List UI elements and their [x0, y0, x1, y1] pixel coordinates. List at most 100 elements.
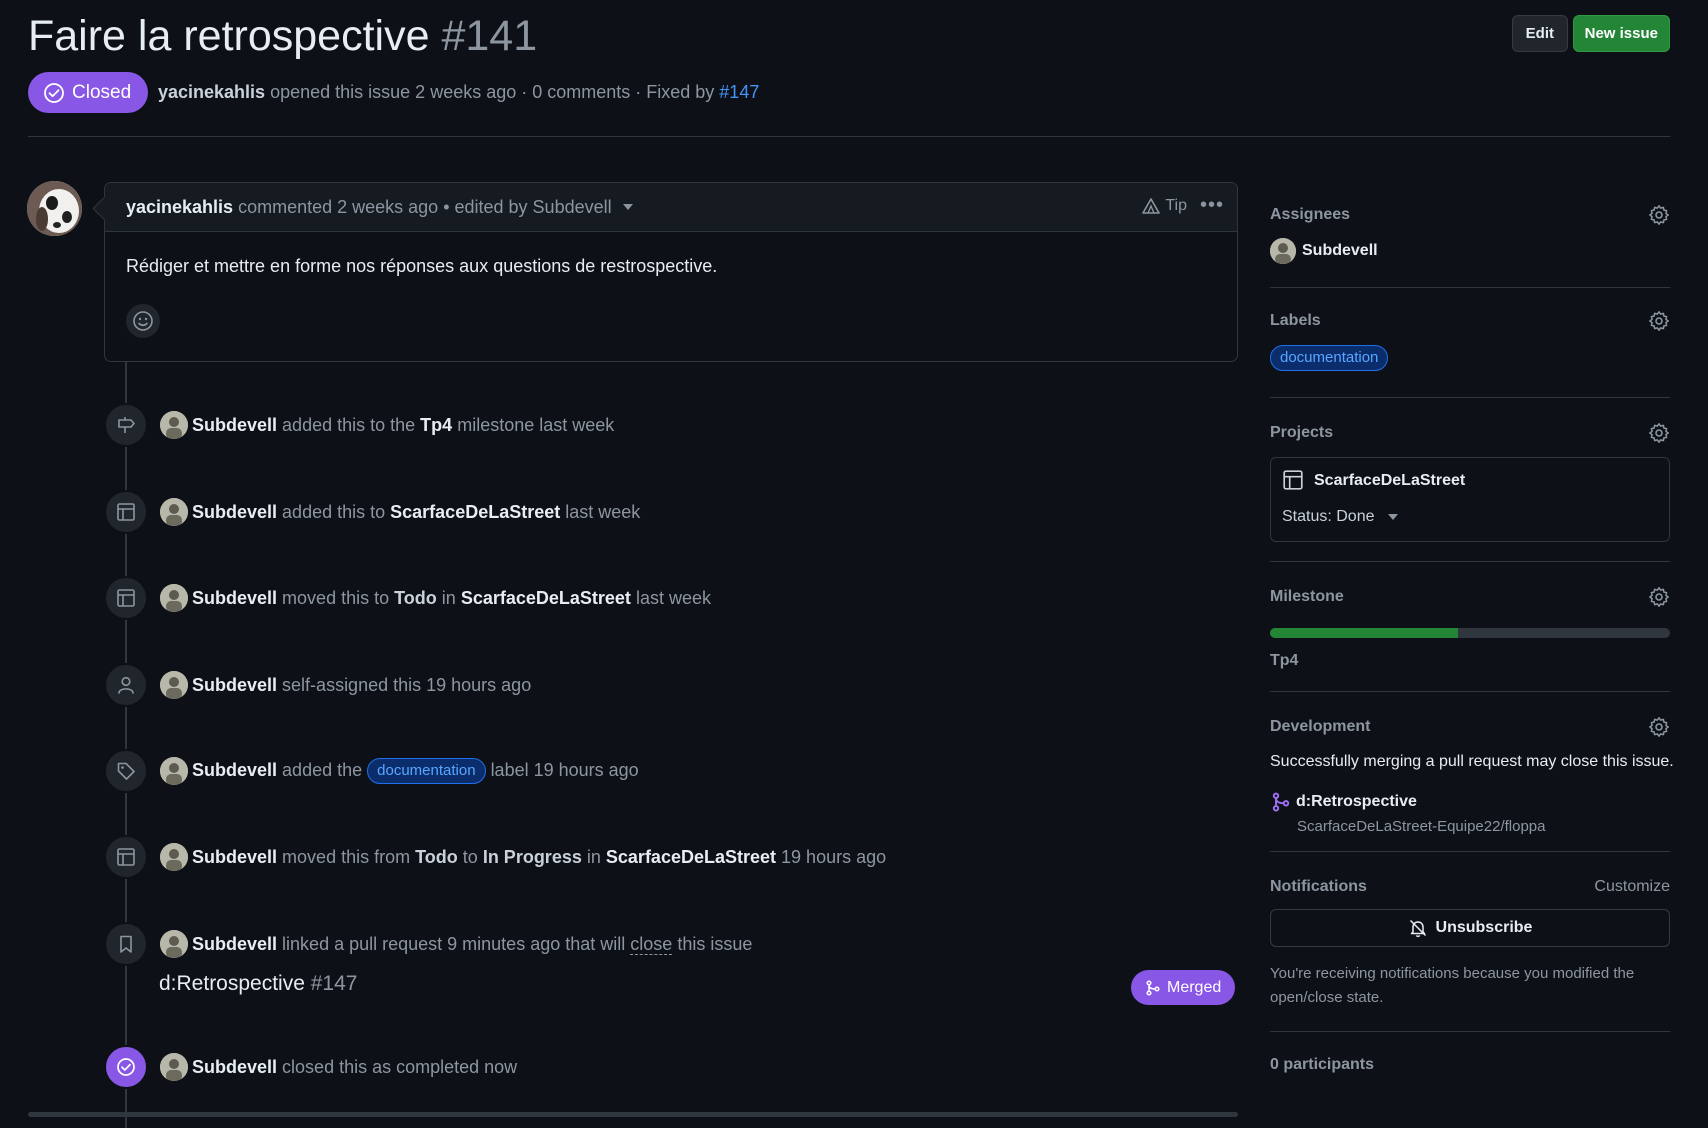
sidebar-heading: Notifications	[1270, 878, 1367, 895]
project-status: Status: Done	[1282, 508, 1375, 525]
user-avatar[interactable]	[160, 584, 188, 612]
gear-icon[interactable]	[1648, 422, 1670, 444]
unsubscribe-button[interactable]: Unsubscribe	[1270, 909, 1670, 947]
issue-meta: yacinekahlis opened this issue 2 weeks a…	[158, 82, 759, 103]
timeline-phrase: to	[462, 846, 478, 867]
comment-author-link[interactable]: yacinekahlis	[126, 197, 233, 218]
chevron-down-icon	[1387, 514, 1398, 520]
kebab-menu-icon[interactable]: •••	[1200, 194, 1224, 217]
closed-check-icon	[104, 1045, 148, 1089]
fixed-by-link[interactable]: #147	[719, 82, 759, 102]
timeline-text: Subdevell linked a pull request 9 minute…	[192, 933, 752, 955]
pr-number[interactable]: #147	[311, 972, 358, 995]
user-avatar[interactable]	[160, 843, 188, 871]
sidebar-labels: Labels documentation	[1270, 288, 1670, 398]
user-avatar[interactable]	[160, 930, 188, 958]
timeline-divider	[28, 1112, 1238, 1117]
edit-button[interactable]: Edit	[1511, 15, 1568, 52]
user-avatar[interactable]	[160, 411, 188, 439]
user-avatar[interactable]	[160, 671, 188, 699]
warning-triangle-icon	[1142, 198, 1161, 214]
timeline-event-project-moved: Subdevell moved this to Todo in Scarface…	[104, 576, 711, 620]
timeline-line	[125, 362, 127, 1128]
assignee-name: Subdevell	[1302, 242, 1378, 259]
label-pill[interactable]: documentation	[1270, 345, 1389, 371]
timeline-user-link[interactable]: Subdevell	[192, 415, 277, 435]
user-avatar[interactable]	[160, 498, 188, 526]
timeline-user-link[interactable]: Subdevell	[192, 675, 277, 695]
check-circle-icon	[44, 82, 64, 103]
table-icon	[104, 835, 148, 879]
assignee-avatar	[1270, 238, 1296, 264]
timeline-user-link[interactable]: Subdevell	[192, 502, 277, 522]
timeline-text: Subdevell moved this from Todo to In Pro…	[192, 847, 886, 868]
linked-branch-link[interactable]: d:Retrospective	[1296, 793, 1417, 811]
issue-author-link[interactable]: yacinekahlis	[158, 82, 265, 102]
timeline-user-link[interactable]: Subdevell	[192, 1057, 277, 1077]
timeline-phrase: added the	[282, 759, 363, 780]
timeline-phrase: in	[441, 587, 456, 608]
new-issue-button[interactable]: New issue	[1572, 15, 1670, 52]
sidebar-assignees: Assignees Subdevell	[1270, 190, 1670, 288]
milestone-link[interactable]: Tp4	[1270, 652, 1298, 670]
author-avatar[interactable]	[27, 181, 82, 236]
gear-icon[interactable]	[1648, 586, 1670, 608]
timeline-text: Subdevell added this to ScarfaceDeLaStre…	[192, 502, 640, 523]
linked-pr[interactable]: d:Retrospective #147	[159, 972, 357, 996]
assignee-item[interactable]: Subdevell	[1270, 238, 1378, 264]
user-avatar[interactable]	[160, 757, 188, 785]
user-avatar[interactable]	[160, 1053, 188, 1081]
sidebar-heading: Assignees	[1270, 206, 1351, 223]
milestone-link[interactable]: Tp4	[420, 415, 452, 435]
timeline-text: Subdevell added the documentation label …	[192, 758, 639, 784]
sidebar-heading: Milestone	[1270, 588, 1344, 605]
bell-slash-icon	[1409, 919, 1426, 938]
sidebar-notifications: Notifications Customize Unsubscribe You'…	[1270, 852, 1670, 1032]
project-link[interactable]: ScarfaceDeLaStreet	[390, 502, 560, 522]
gear-icon[interactable]	[1648, 204, 1670, 226]
merged-badge: Merged	[1131, 970, 1236, 1005]
project-name-link[interactable]: ScarfaceDeLaStreet	[1314, 472, 1465, 490]
project-link[interactable]: ScarfaceDeLaStreet	[606, 847, 776, 867]
pr-title[interactable]: d:Retrospective	[159, 972, 305, 995]
timeline-event-milestone: Subdevell added this to the Tp4 mileston…	[104, 403, 614, 447]
smiley-icon	[133, 311, 153, 331]
milestone-progress-bar	[1270, 628, 1670, 638]
customize-link[interactable]: Customize	[1594, 878, 1670, 896]
issue-number: #141	[441, 12, 538, 60]
add-reaction-button[interactable]	[126, 304, 160, 338]
tip-label: Tip	[1165, 197, 1187, 214]
timeline-phrase: milestone last week	[457, 414, 615, 435]
issue-title: Faire la retrospective #141	[28, 12, 537, 61]
timeline-phrase: label 19 hours ago	[490, 759, 639, 780]
tag-icon	[104, 749, 148, 793]
project-status-select[interactable]: Status: Done	[1282, 508, 1398, 526]
timeline-user-link[interactable]: Subdevell	[192, 934, 277, 954]
issue-header: Faire la retrospective #141 Edit New iss…	[28, 0, 1670, 137]
timeline-user-link[interactable]: Subdevell	[192, 760, 277, 780]
timeline-phrase: moved this from	[282, 846, 411, 867]
gear-icon[interactable]	[1648, 310, 1670, 332]
sidebar-heading: Development	[1270, 718, 1371, 735]
tip-button[interactable]: Tip	[1142, 197, 1187, 215]
timeline-user-link[interactable]: Subdevell	[192, 588, 277, 608]
development-hint: Successfully merging a pull request may …	[1270, 753, 1674, 770]
label-pill[interactable]: documentation	[367, 758, 486, 784]
timeline-phrase: added this to	[282, 501, 386, 522]
sidebar-milestone: Milestone Tp4	[1270, 562, 1670, 692]
timeline-text: Subdevell added this to the Tp4 mileston…	[192, 415, 614, 436]
timeline-phrase: last week	[565, 501, 641, 522]
timeline-phrase: added this to the	[282, 414, 416, 435]
milestone-progress-fill	[1270, 628, 1458, 638]
timeline-text: Subdevell moved this to Todo in Scarface…	[192, 588, 711, 609]
comment-header: yacinekahlis commented 2 weeks ago • edi…	[105, 183, 1237, 232]
notification-reason: You're receiving notifications because y…	[1270, 965, 1635, 1006]
timeline-user-link[interactable]: Subdevell	[192, 847, 277, 867]
gear-icon[interactable]	[1648, 716, 1670, 738]
comment-body: Rédiger et mettre en forme nos réponses …	[126, 256, 718, 276]
sidebar-projects: Projects ScarfaceDeLaStreet Status: Done	[1270, 398, 1670, 562]
project-link[interactable]: ScarfaceDeLaStreet	[461, 588, 631, 608]
timeline-event-assigned: Subdevell self-assigned this 19 hours ag…	[104, 663, 531, 707]
edit-history-caret-icon[interactable]	[622, 204, 633, 210]
timeline-event-labeled: Subdevell added the documentation label …	[104, 749, 639, 793]
